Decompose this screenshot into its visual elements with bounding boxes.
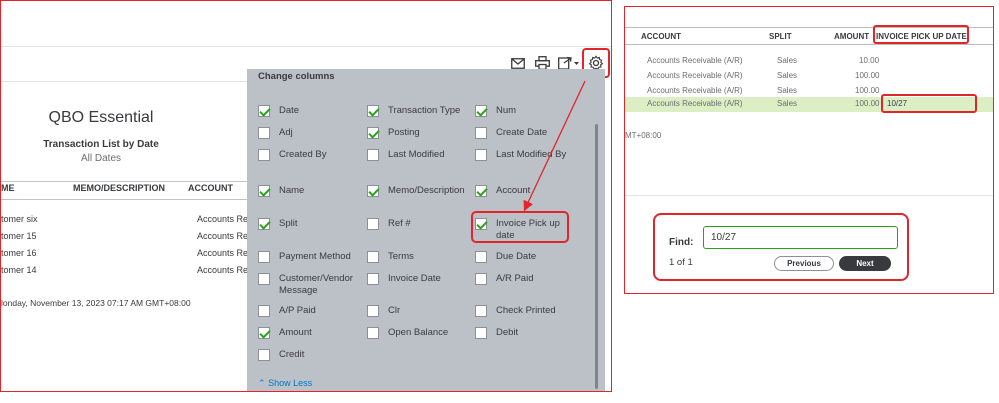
- row-split: Sales: [777, 56, 798, 65]
- annotation-arrow: [523, 80, 586, 212]
- table-row[interactable]: Accounts Receivable (A/R) Sales 10.00: [625, 54, 993, 69]
- column-header-split[interactable]: SPLIT: [769, 32, 792, 41]
- find-dialog: Find: 1 of 1 Previous Next: [653, 213, 909, 281]
- next-button[interactable]: Next: [839, 256, 891, 271]
- report-panel: QBO Essential Transaction List by Date A…: [0, 0, 612, 392]
- row-account: Accounts Receivable (A/R): [647, 56, 743, 65]
- row-account: Accounts Receivable (A/R): [647, 99, 743, 108]
- report-timezone: MT+08:00: [625, 131, 662, 140]
- row-split: Sales: [777, 71, 798, 80]
- table-rule-bottom: [625, 44, 993, 45]
- find-input[interactable]: [703, 226, 898, 249]
- table-row[interactable]: Accounts Receivable (A/R) Sales 100.00: [625, 69, 993, 84]
- row-amount: 100.00: [855, 86, 880, 95]
- cell-highlight: [881, 94, 977, 113]
- row-account: Accounts Receivable (A/R): [647, 71, 743, 80]
- header-highlight: [873, 25, 969, 44]
- report-result-panel: ACCOUNT SPLIT AMOUNT INVOICE PICK UP DAT…: [624, 6, 994, 294]
- row-amount: 10.00: [859, 56, 880, 65]
- row-amount: 100.00: [855, 99, 880, 108]
- row-split: Sales: [777, 99, 798, 108]
- footer-divider: [625, 195, 993, 196]
- row-split: Sales: [777, 86, 798, 95]
- column-header-amount[interactable]: AMOUNT: [834, 32, 869, 41]
- row-account: Accounts Receivable (A/R): [647, 86, 743, 95]
- column-header-account[interactable]: ACCOUNT: [641, 32, 681, 41]
- find-label: Find:: [669, 237, 694, 248]
- previous-button[interactable]: Previous: [774, 256, 834, 271]
- row-amount: 100.00: [855, 71, 880, 80]
- find-result-count: 1 of 1: [669, 257, 693, 268]
